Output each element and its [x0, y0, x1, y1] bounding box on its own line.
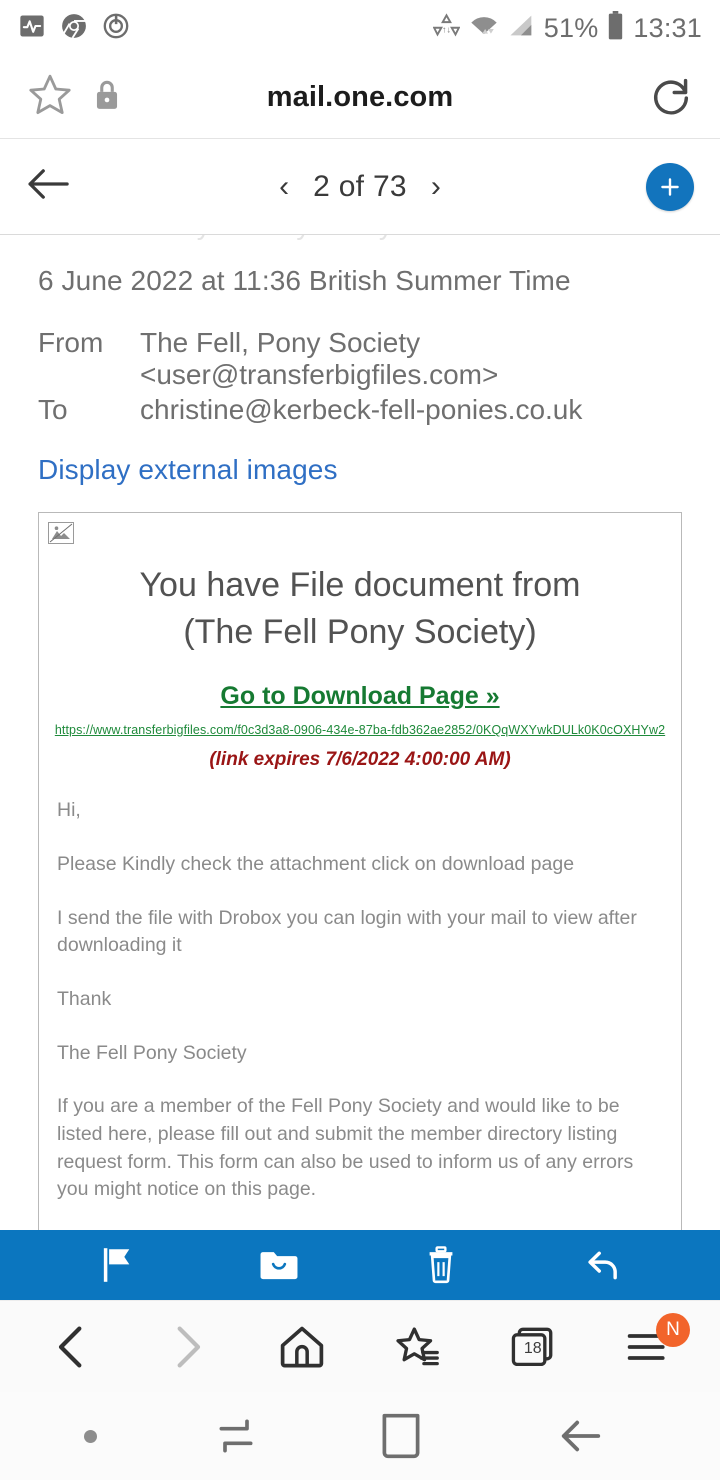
- go-to-download-page-link[interactable]: Go to Download Page »: [39, 682, 681, 711]
- reply-icon[interactable]: [568, 1230, 638, 1300]
- email-subject-clipped: The Fell Pony Society sent you a file: [38, 235, 682, 249]
- home-icon[interactable]: [270, 1315, 334, 1379]
- message-signature: The Fell Pony Society: [57, 1041, 247, 1064]
- flag-icon[interactable]: [82, 1230, 152, 1300]
- tabs-icon[interactable]: 18: [501, 1315, 565, 1379]
- phone-screen: ↑↓ 51% 13:31 mail.one.com ‹ 2 of 73 › 6 …: [0, 0, 720, 1480]
- status-bar-right-icons: ↑↓ 51% 13:31: [432, 11, 702, 45]
- battery-percent-label: 51%: [543, 12, 599, 43]
- clock-label: 13:31: [633, 12, 702, 43]
- broken-image-icon: [48, 522, 74, 545]
- menu-notification-badge: N: [655, 1312, 690, 1347]
- to-label: To: [38, 393, 68, 425]
- download-url-link[interactable]: https://www.transferbigfiles.com/f0c3d3a…: [39, 723, 681, 737]
- email-datetime: 6 June 2022 at 11:36 British Summer Time: [38, 265, 571, 296]
- message-paragraph-1: Please Kindly check the attachment click…: [57, 852, 575, 875]
- star-icon[interactable]: [26, 71, 74, 124]
- next-message-button[interactable]: ›: [425, 168, 447, 206]
- mail-pagination: ‹ 2 of 73 ›: [0, 168, 720, 206]
- email-html-content: You have File document from (The Fell Po…: [38, 512, 682, 1230]
- status-bar: ↑↓ 51% 13:31: [0, 0, 720, 56]
- back-arrow-icon[interactable]: [476, 1392, 686, 1480]
- tab-count-label: 18: [523, 1339, 542, 1357]
- display-external-images-link[interactable]: Display external images: [38, 454, 682, 486]
- message-heading: You have File document from (The Fell Po…: [69, 562, 651, 656]
- url-bar-left-group: [26, 71, 122, 124]
- power-circle-icon: [102, 12, 130, 45]
- compose-button[interactable]: [646, 162, 694, 211]
- prev-message-button[interactable]: ‹: [273, 168, 295, 206]
- chrome-icon: [60, 12, 88, 45]
- message-paragraph-2: I send the file with Drobox you can logi…: [57, 906, 637, 957]
- status-bar-left-icons: [18, 12, 130, 45]
- delete-trash-icon[interactable]: [406, 1230, 476, 1300]
- from-row: From The Fell, Pony Society <user@transf…: [38, 327, 682, 392]
- mail-nav-bar: ‹ 2 of 73 ›: [0, 139, 720, 235]
- sync-recycle-icon: ↑↓: [432, 12, 461, 44]
- from-address: <user@transferbigfiles.com>: [140, 359, 499, 391]
- to-row: To christine@kerbeck-fell-ponies.co.uk: [38, 394, 682, 426]
- reload-icon[interactable]: [648, 72, 694, 123]
- signal-icon: [508, 12, 535, 44]
- browser-url-bar[interactable]: mail.one.com: [0, 56, 720, 139]
- bookmarks-star-icon[interactable]: [386, 1315, 450, 1379]
- lock-icon[interactable]: [92, 78, 122, 117]
- activity-monitor-icon: [18, 12, 46, 45]
- from-value: The Fell, Pony Society <user@transferbig…: [140, 327, 682, 392]
- mail-back-button[interactable]: [26, 164, 72, 209]
- android-system-nav: [0, 1392, 720, 1480]
- message-heading-line1: You have File document from: [139, 566, 581, 605]
- to-address: christine@kerbeck-fell-ponies.co.uk: [140, 393, 583, 425]
- link-expiry-notice: (link expires 7/6/2022 4:00:00 AM): [209, 749, 511, 771]
- browser-back-button[interactable]: [40, 1315, 104, 1379]
- message-counter: 2 of 73: [313, 169, 407, 203]
- browser-bottom-nav: 18 N: [0, 1300, 720, 1392]
- home-square-icon[interactable]: [326, 1392, 476, 1480]
- message-greeting: Hi,: [57, 799, 81, 822]
- message-paragraph-4: If you are a member of the Fell Pony Soc…: [57, 1095, 634, 1201]
- message-heading-line2: (The Fell Pony Society): [183, 613, 537, 652]
- recents-dot-icon[interactable]: [34, 1392, 146, 1480]
- move-to-folder-icon[interactable]: [244, 1230, 314, 1300]
- wifi-icon: [469, 12, 499, 44]
- from-name: The Fell, Pony Society: [140, 327, 421, 358]
- message-paragraph-3: Thank: [57, 987, 112, 1010]
- email-action-toolbar: [0, 1230, 720, 1300]
- menu-icon[interactable]: N: [616, 1312, 690, 1379]
- battery-icon: [607, 11, 624, 45]
- from-label: From: [38, 327, 104, 358]
- email-headers: From The Fell, Pony Society <user@transf…: [38, 327, 682, 426]
- email-detail-pane[interactable]: The Fell Pony Society sent you a file 6 …: [0, 235, 720, 1230]
- recents-icon[interactable]: [146, 1392, 326, 1480]
- svg-text:↑↓: ↑↓: [442, 24, 451, 34]
- browser-forward-button[interactable]: [155, 1315, 219, 1379]
